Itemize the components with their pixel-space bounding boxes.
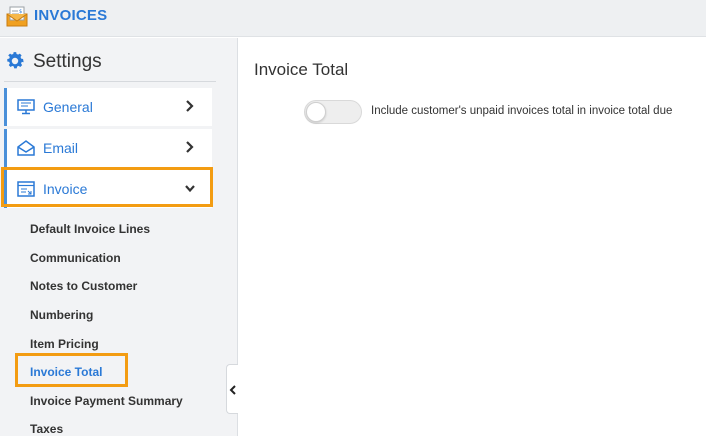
collapse-sidebar-button[interactable] — [226, 364, 238, 414]
subitem-default-invoice-lines[interactable]: Default Invoice Lines — [30, 222, 150, 236]
chevron-right-icon — [186, 141, 194, 153]
settings-title: Settings — [33, 51, 102, 72]
subitem-invoice-payment-summary[interactable]: Invoice Payment Summary — [30, 394, 183, 408]
gear-icon — [7, 52, 24, 69]
page-title: Invoice Total — [254, 60, 349, 79]
invoice-highlight-box — [1, 167, 213, 207]
monitor-icon — [17, 99, 35, 115]
app-title: INVOICES — [34, 7, 108, 24]
sidebar-item-general[interactable]: General — [4, 88, 212, 126]
invoice-envelope-icon: $ — [6, 6, 28, 27]
toggle-label: Include customer's unpaid invoices total… — [371, 105, 673, 117]
invoice-total-highlight-box — [15, 353, 128, 387]
settings-header: Settings — [4, 50, 216, 82]
sidebar-item-label: Email — [43, 140, 79, 156]
chevron-left-icon — [229, 385, 236, 395]
subitem-communication[interactable]: Communication — [30, 251, 121, 265]
top-bar: $ INVOICES — [0, 0, 706, 37]
unpaid-total-toggle[interactable] — [304, 100, 362, 124]
sidebar-item-email[interactable]: Email — [4, 129, 212, 167]
subitem-notes-to-customer[interactable]: Notes to Customer — [30, 279, 137, 293]
main-content: Invoice Total Include customer's unpaid … — [239, 38, 706, 436]
toggle-knob — [306, 102, 326, 122]
chevron-right-icon — [186, 100, 194, 112]
subitem-numbering[interactable]: Numbering — [30, 308, 93, 322]
settings-sidebar: Settings General Email Invoice Default I… — [0, 38, 238, 436]
envelope-open-icon — [17, 140, 35, 156]
sidebar-item-label: General — [43, 99, 93, 115]
subitem-taxes[interactable]: Taxes — [30, 422, 63, 436]
subitem-item-pricing[interactable]: Item Pricing — [30, 337, 99, 351]
